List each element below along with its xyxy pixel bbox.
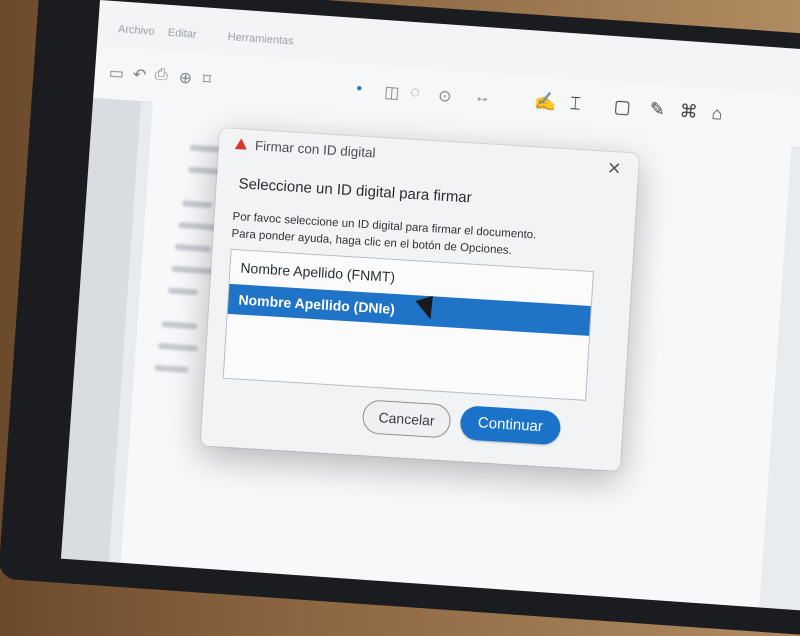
menu-item-file[interactable]: Archivo [118, 23, 155, 38]
text-line [157, 342, 199, 352]
zoom-icon[interactable]: ⊕ [178, 68, 193, 89]
pointer-icon[interactable]: • [356, 80, 363, 98]
search-icon[interactable]: ⊙ [437, 86, 453, 107]
print-icon[interactable]: ⎙ [154, 66, 168, 85]
text-line [181, 200, 213, 209]
cancel-button[interactable]: Cancelar [361, 399, 452, 439]
app-icon [234, 137, 248, 150]
dialog-title: Firmar con ID digital [254, 138, 377, 161]
close-icon[interactable]: ✕ [602, 156, 627, 181]
note-icon[interactable]: ▢ [613, 96, 631, 118]
bookmark-icon[interactable]: ⌑ [202, 69, 212, 90]
pen-icon[interactable]: ✎ [649, 99, 665, 121]
sign-icon[interactable]: ✍ [533, 91, 557, 114]
text-line [161, 321, 198, 330]
highlight-icon[interactable]: ⌶ [569, 93, 581, 115]
text-line [154, 364, 189, 374]
digital-id-list[interactable]: Nombre Apellido (FNMT) Nombre Apellido (… [222, 248, 594, 401]
stamp-icon[interactable]: ⌘ [679, 101, 698, 123]
fit-icon[interactable]: ↔ [473, 88, 491, 107]
text-line [171, 265, 214, 275]
text-line [174, 243, 212, 253]
attach-icon[interactable]: ⌂ [711, 103, 723, 125]
undo-icon[interactable]: ↶ [132, 64, 147, 85]
text-line [167, 287, 199, 296]
text-line [178, 222, 217, 231]
menu-item-edit[interactable]: Editar [167, 27, 197, 41]
continue-button[interactable]: Continuar [459, 405, 562, 446]
menu-item-tools[interactable]: Herramientas [227, 31, 294, 48]
sign-dialog: Firmar con ID digital ✕ Seleccione un ID… [200, 128, 640, 472]
comment-icon[interactable]: ◌ [410, 84, 421, 103]
page-icon[interactable]: ▭ [108, 63, 124, 84]
dialog-heading: Seleccione un ID digital para firmar [238, 175, 473, 207]
hand-icon[interactable]: ◫ [384, 82, 400, 103]
